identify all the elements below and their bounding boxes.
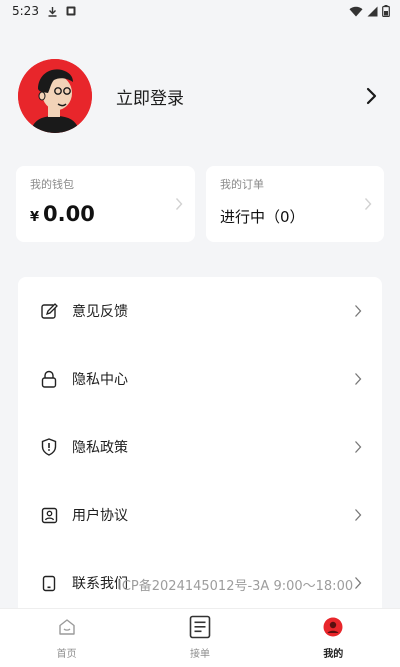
wallet-balance: ¥0.00 — [30, 202, 181, 226]
wallet-label: 我的钱包 — [30, 178, 74, 191]
profile-icon — [323, 613, 343, 641]
menu-item-label: 用户协议 — [72, 508, 128, 524]
tab-label: 接单 — [189, 649, 210, 660]
chevron-right-icon — [352, 371, 364, 387]
menu-item-label: 意见反馈 — [72, 304, 128, 320]
menu-item-user-agreement[interactable]: 用户协议 — [18, 481, 382, 549]
tab-label: 首页 — [56, 649, 77, 660]
currency-symbol: ¥ — [30, 210, 40, 225]
avatar[interactable] — [18, 59, 92, 133]
login-label[interactable]: 立即登录 — [116, 84, 362, 109]
tab-orders[interactable]: 接单 — [155, 613, 245, 660]
status-bar: 5:23 — [0, 0, 400, 22]
home-icon — [58, 613, 76, 641]
phone-icon — [40, 574, 58, 592]
status-time: 5:23 — [12, 4, 39, 18]
chevron-right-icon — [352, 575, 364, 591]
chevron-right-icon — [352, 303, 364, 319]
cellular-icon — [367, 6, 378, 17]
menu-item-privacy-policy[interactable]: 隐私政策 — [18, 413, 382, 481]
menu-item-privacy-center[interactable]: 隐私中心 — [18, 345, 382, 413]
notification-icon — [66, 6, 76, 16]
tab-mine[interactable]: 我的 — [288, 613, 378, 660]
menu-item-label: 隐私政策 — [72, 440, 128, 456]
wallet-card[interactable]: 我的钱包 ¥0.00 — [16, 166, 195, 242]
lock-icon — [40, 370, 58, 388]
tab-home[interactable]: 首页 — [22, 613, 112, 660]
feedback-icon — [40, 302, 58, 320]
chevron-right-icon — [364, 196, 372, 215]
chevron-right-icon — [352, 439, 364, 455]
menu-item-feedback[interactable]: 意见反馈 — [18, 277, 382, 345]
download-icon — [47, 6, 58, 17]
icp-footer-text: ICP备2024145012号-3A 9:00～18:00 — [118, 579, 354, 594]
orders-card[interactable]: 我的订单 进行中（0） — [206, 166, 384, 242]
orders-status: 进行中（0） — [220, 208, 305, 226]
wifi-icon — [349, 6, 363, 17]
status-left: 5:23 — [12, 4, 76, 18]
orders-label: 我的订单 — [220, 178, 264, 191]
chevron-right-icon — [175, 196, 183, 215]
battery-icon — [382, 5, 390, 17]
menu-item-label: 隐私中心 — [72, 372, 128, 388]
agreement-icon — [40, 506, 58, 524]
chevron-right-icon[interactable] — [362, 86, 382, 106]
bottom-tab-bar: 首页 接单 我的 — [0, 608, 400, 667]
wallet-amount: 0.00 — [43, 202, 95, 226]
status-right — [349, 5, 390, 17]
shield-icon — [40, 438, 58, 456]
profile-header[interactable]: 立即登录 — [18, 59, 382, 133]
chevron-right-icon — [352, 507, 364, 523]
tab-label: 我的 — [323, 649, 344, 660]
order-icon — [189, 613, 211, 641]
settings-menu: 意见反馈 隐私中心 隐私政策 用户协议 联系我们 — [18, 277, 382, 617]
